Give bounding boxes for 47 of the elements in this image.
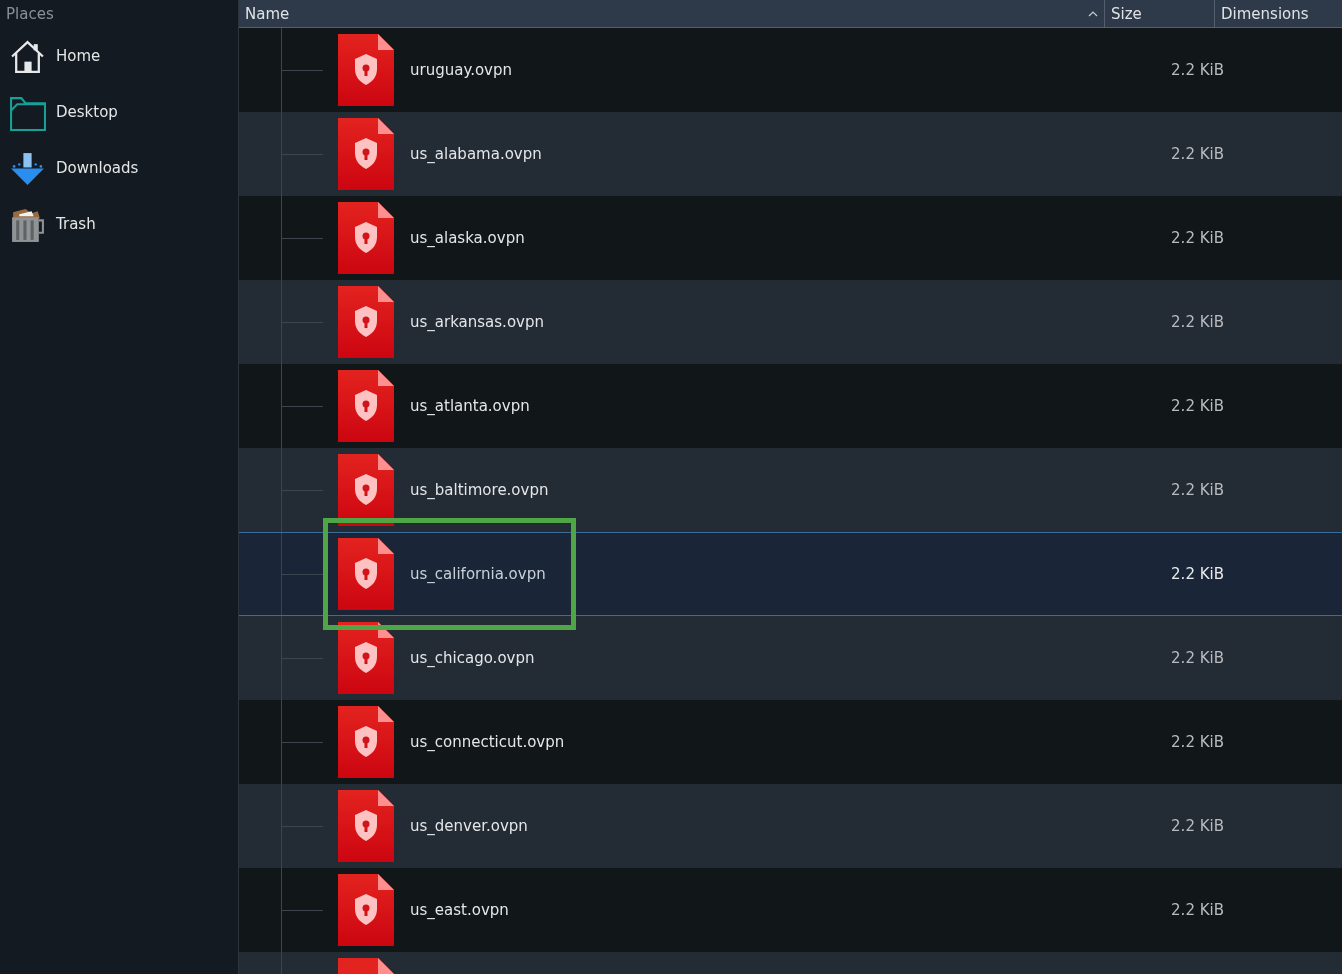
file-row[interactable]: us_chicago.ovpn 2.2 KiB [239,616,1342,700]
file-size: 2.2 KiB [1170,733,1224,751]
file-name: us_atlanta.ovpn [410,397,530,415]
file-size: 2.2 KiB [1170,565,1224,583]
file-shield-icon [338,286,394,358]
file-shield-icon [338,370,394,442]
file-shield-icon [338,454,394,526]
file-name: us_chicago.ovpn [410,649,535,667]
place-item[interactable]: Trash [0,196,238,252]
file-name: us_baltimore.ovpn [410,481,549,499]
file-name: us_denver.ovpn [410,817,528,835]
file-size: 2.2 KiB [1170,229,1224,247]
file-row[interactable]: us_baltimore.ovpn 2.2 KiB [239,448,1342,532]
file-name: us_arkansas.ovpn [410,313,544,331]
place-item[interactable]: Home [0,28,238,84]
file-shield-icon [338,34,394,106]
file-name: us_alaska.ovpn [410,229,525,247]
file-row[interactable]: us_denver.ovpn 2.2 KiB [239,784,1342,868]
file-size: 2.2 KiB [1170,901,1224,919]
file-size: 2.2 KiB [1170,145,1224,163]
places-heading: Places [5,4,55,25]
file-size: 2.2 KiB [1170,313,1224,331]
file-row[interactable]: us_arkansas.ovpn 2.2 KiB [239,280,1342,364]
file-shield-icon [338,622,394,694]
file-name: us_east.ovpn [410,901,509,919]
file-size: 2.2 KiB [1170,817,1224,835]
file-shield-icon [338,538,394,610]
file-name: us_connecticut.ovpn [410,733,565,751]
file-name: us_california.ovpn [410,565,546,583]
file-size: 2.2 KiB [1170,649,1224,667]
file-shield-icon [338,706,394,778]
column-header[interactable]: Dimensions [1215,0,1342,27]
file-name: uruguay.ovpn [410,61,512,79]
file-row[interactable]: us_california.ovpn 2.2 KiB [239,532,1342,616]
file-row[interactable]: us_alabama.ovpn 2.2 KiB [239,112,1342,196]
file-size: 2.2 KiB [1170,61,1224,79]
file-shield-icon [338,118,394,190]
file-shield-icon [338,790,394,862]
column-header[interactable]: Size [1105,0,1215,27]
place-item[interactable]: Downloads [0,140,238,196]
file-name: us_alabama.ovpn [410,145,542,163]
place-item[interactable]: Desktop [0,84,238,140]
file-shield-icon [338,202,394,274]
file-size: 2.2 KiB [1170,397,1224,415]
file-size: 2.2 KiB [1170,481,1224,499]
file-shield-icon [338,874,394,946]
column-header[interactable]: Name [239,0,1105,27]
